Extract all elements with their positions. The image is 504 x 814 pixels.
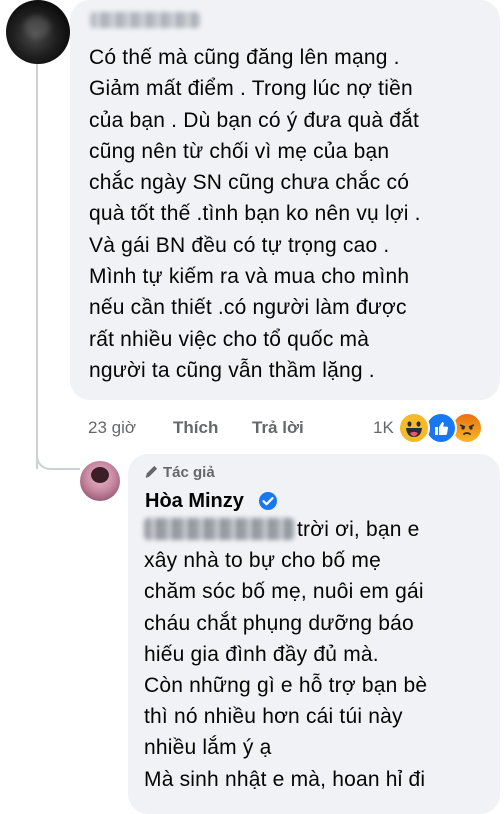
commenter-name-blurred[interactable] — [90, 12, 200, 28]
comment-line: Và gái BN đều có tự trọng cao . — [89, 233, 390, 257]
reply-line: cháu chắt phụng dưỡng báo — [144, 611, 414, 635]
reaction-count[interactable]: 1K — [373, 418, 394, 438]
reply-text: trời ơi, bạn e xây nhà to bự cho bố mẹ c… — [144, 514, 489, 795]
comment-line: người ta cũng vẫn thầm lặng . — [89, 358, 375, 382]
reply-line: Mà sinh nhật e mà, hoan hỉ đi — [144, 767, 426, 791]
reply-button[interactable]: Trả lời — [252, 418, 304, 438]
like-button[interactable]: Thích — [173, 418, 218, 438]
comment-line: của bạn . Dù bạn có ý đưa quà đắt — [89, 108, 420, 132]
author-name[interactable]: Hòa Minzy — [145, 490, 244, 513]
comment-bubble: Có thế mà cũng đăng lên mạng . Giảm mất … — [70, 0, 500, 400]
haha-icon[interactable] — [398, 412, 430, 444]
reply-bubble: Tác giả Hòa Minzy trời ơi, bạn e xây nhà… — [128, 454, 500, 814]
comment-line: chắc ngày SN cũng chưa chắc có — [89, 171, 410, 195]
author-badge: Tác giả — [144, 464, 215, 483]
reply-line: chăm sóc bố mẹ, nuôi em gái — [144, 580, 424, 604]
reply-line: thì nó nhiều hơn cái túi này — [144, 705, 403, 729]
comment-line: Giảm mất điểm . Trong lúc nợ tiền — [89, 77, 413, 101]
reply-line: Còn những gì e hỗ trợ bạn bè — [144, 674, 428, 698]
comment-line: quà tốt thế .tình bạn ko nên vụ lợi . — [89, 202, 421, 226]
thread-line — [36, 64, 38, 469]
author-badge-label: Tác giả — [163, 464, 215, 481]
author-avatar[interactable] — [80, 461, 120, 501]
commenter-avatar[interactable] — [6, 0, 70, 64]
reply-line: nhiều lắm ý ạ — [144, 736, 272, 760]
reply-line: trời ơi, bạn e — [297, 518, 420, 541]
comment-line: cũng nên từ chối vì mẹ của bạn — [89, 139, 390, 163]
comment-line: Có thế mà cũng đăng lên mạng . — [89, 46, 400, 69]
comment-text: Có thế mà cũng đăng lên mạng . Giảm mất … — [89, 42, 489, 386]
verified-badge-icon — [258, 491, 278, 511]
comment-line: rất nhiều việc cho tổ quốc mà — [89, 327, 370, 351]
reply-line: hiếu gia đình đầy đủ mà. — [144, 642, 379, 666]
comment-line: nếu cần thiết .có người làm được — [89, 296, 407, 320]
pen-icon — [144, 464, 159, 483]
comment-time[interactable]: 23 giờ — [88, 418, 136, 438]
reply-line: xây nhà to bự cho bố mẹ — [144, 549, 381, 573]
thread-connector — [36, 440, 80, 470]
comment-actions: 23 giờ Thích Trả lời 1K — [88, 412, 498, 444]
comment-line: Mình tự kiếm ra và mua cho mình — [89, 265, 410, 289]
